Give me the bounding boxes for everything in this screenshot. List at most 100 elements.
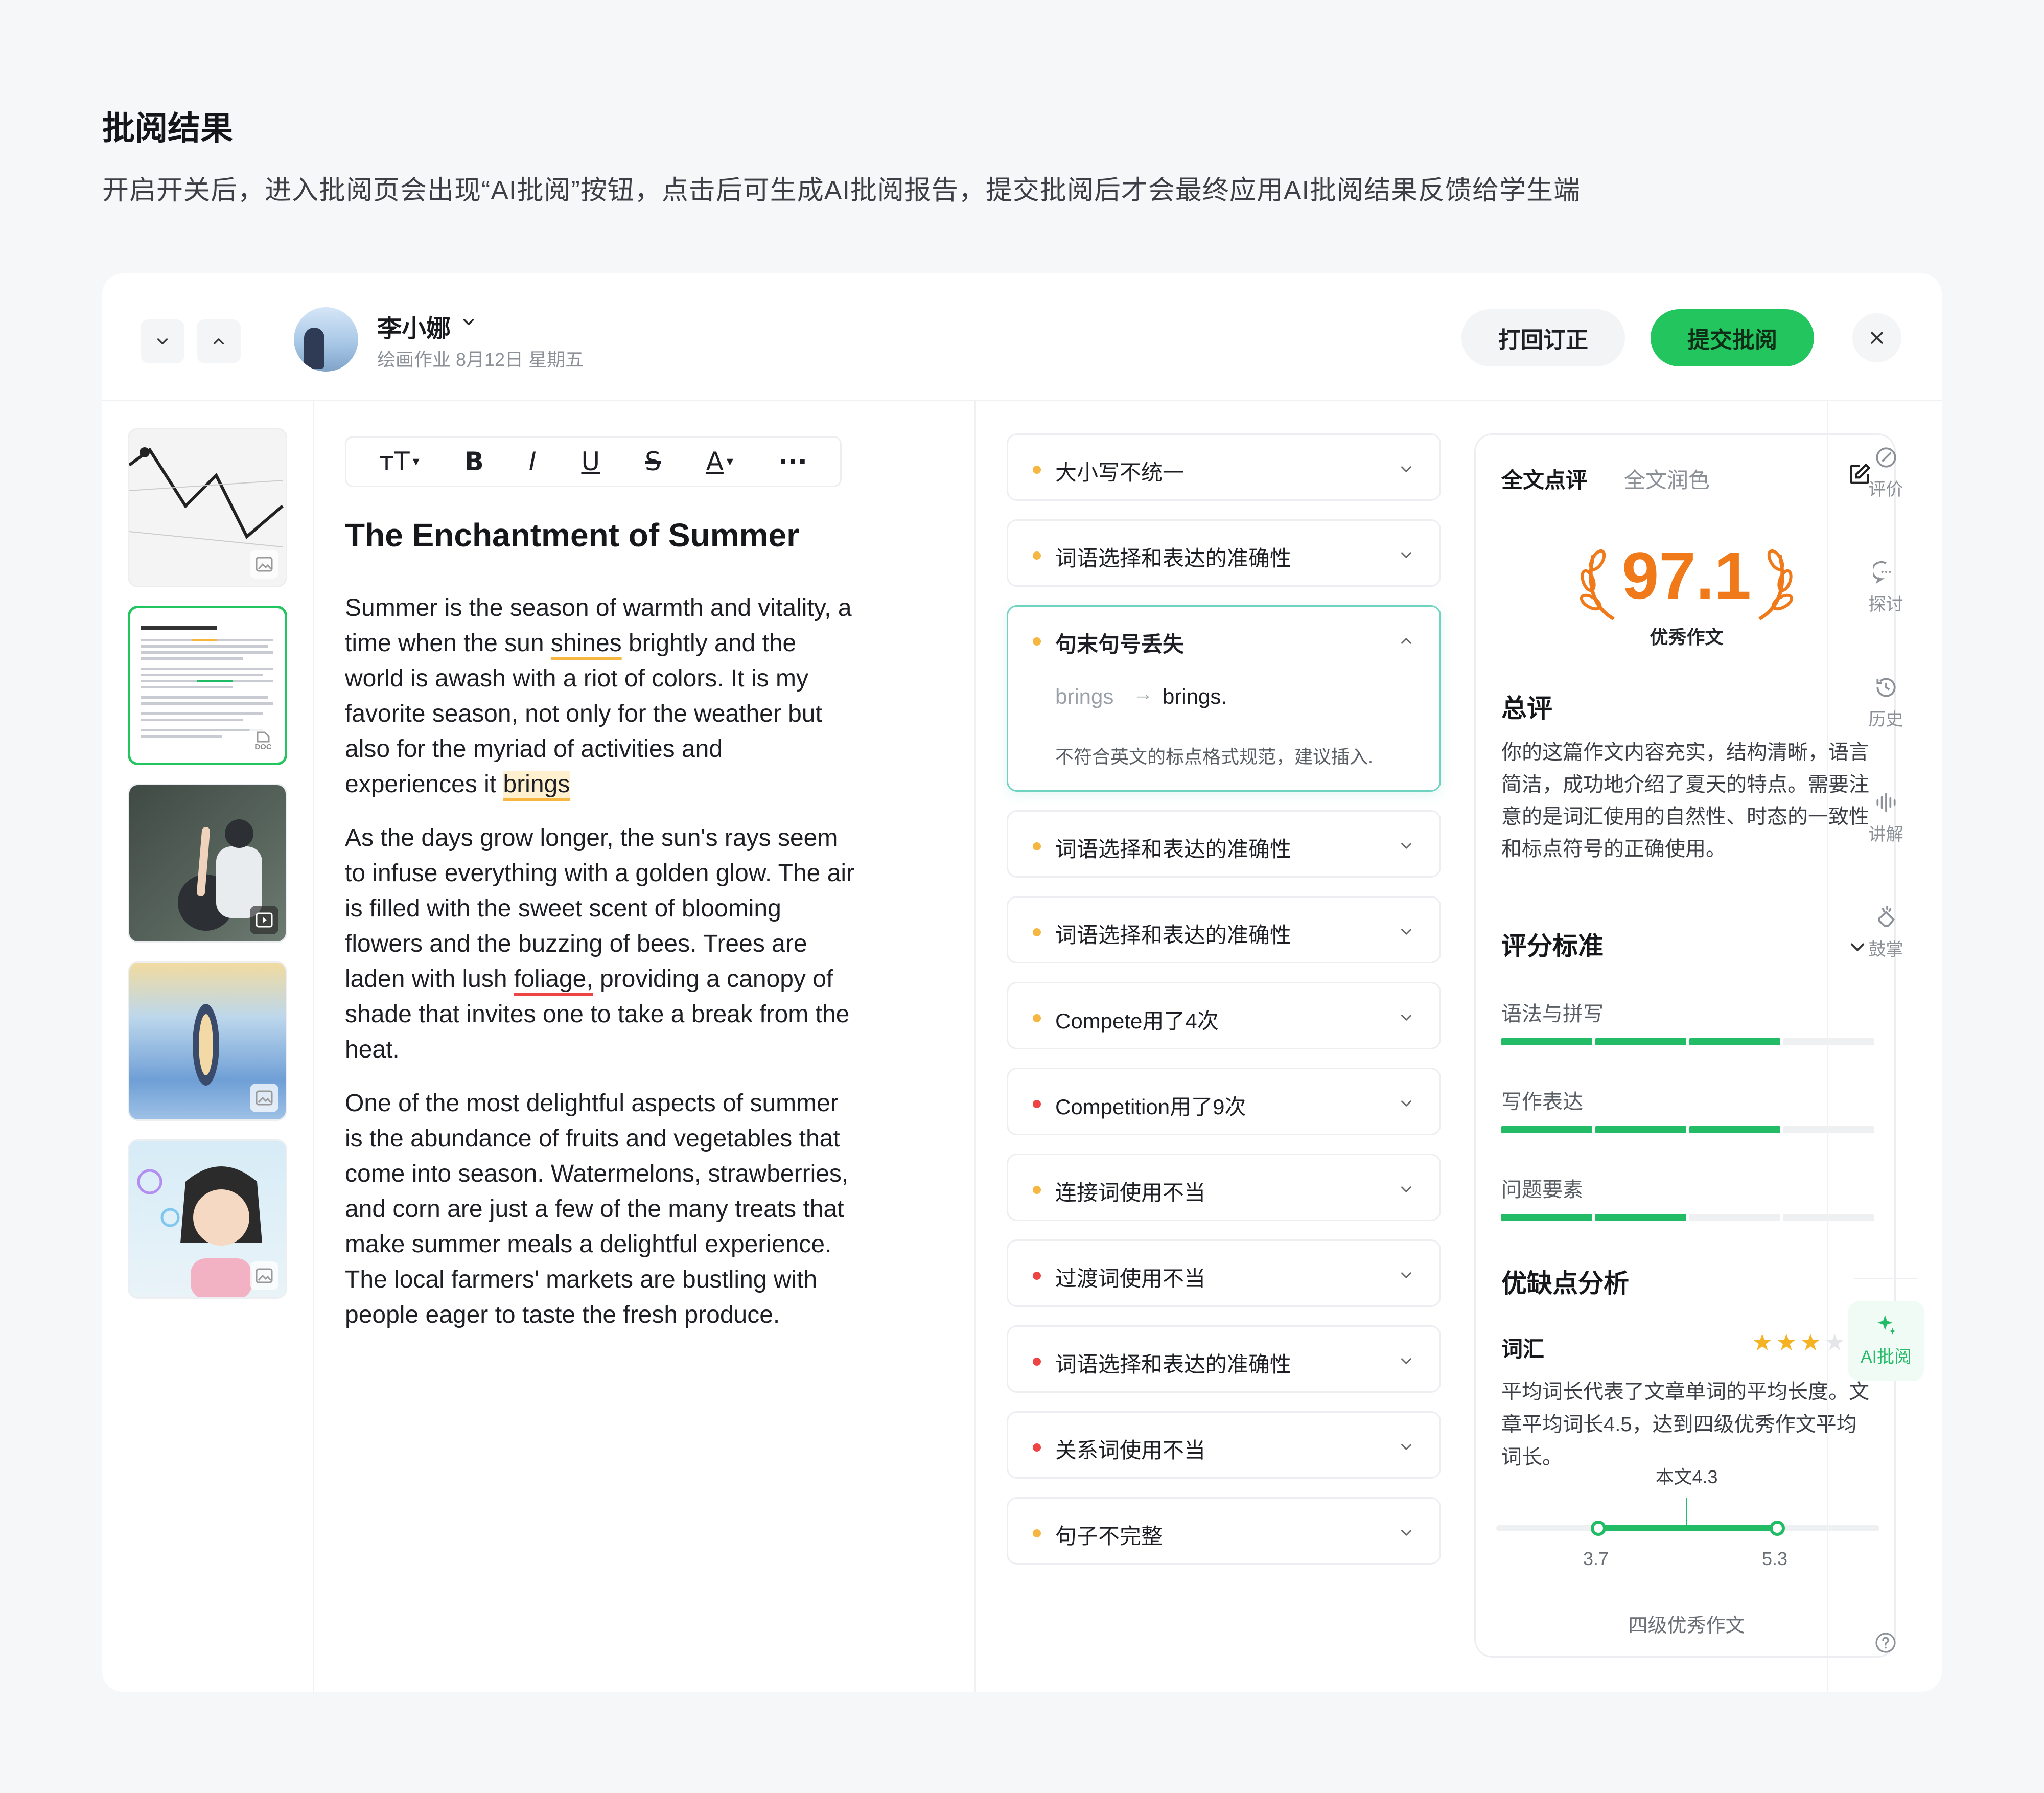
text-size-button[interactable]: тT ▾ [379, 447, 420, 476]
issue-card[interactable]: 词语选择和表达的准确性 [1007, 896, 1441, 963]
chevron-down-icon[interactable] [1398, 1438, 1415, 1458]
image-icon [250, 550, 278, 579]
rail-item-ai-grading[interactable]: AI批阅 [1848, 1301, 1924, 1381]
chevron-down-icon[interactable] [1398, 923, 1415, 943]
star-icon: ★ [1752, 1328, 1776, 1356]
submit-grading-button[interactable]: 提交批阅 [1651, 309, 1814, 366]
issue-card[interactable]: Competition用了9次 [1007, 1068, 1441, 1135]
avatar [294, 307, 358, 372]
criterion-bar-segment [1689, 1126, 1780, 1133]
issue-card[interactable]: 词语选择和表达的准确性 [1007, 1325, 1441, 1393]
chevron-up-icon[interactable] [1398, 632, 1415, 652]
severity-dot [1033, 1100, 1041, 1108]
rail-item-explain[interactable]: 讲解 [1828, 790, 1942, 845]
grading-window: 李小娜 绘画作业 8月12日 星期五 打回订正 提交批阅 DOC тT ▾ B … [102, 273, 1942, 1692]
issue-card[interactable]: 词语选择和表达的准确性 [1007, 519, 1441, 587]
text-color-button[interactable]: A ▾ [706, 447, 733, 476]
range-min-knob [1591, 1521, 1606, 1536]
criterion-bar-segment [1501, 1038, 1592, 1045]
marked-word-error[interactable]: foliage, [514, 966, 593, 993]
severity-dot [1033, 637, 1041, 646]
issue-card[interactable]: 大小写不统一 [1007, 433, 1441, 501]
chevron-down-icon[interactable] [1398, 1524, 1415, 1544]
student-name[interactable]: 李小娜 [377, 308, 451, 344]
chevron-down-icon[interactable] [1398, 1095, 1415, 1115]
essay-paragraph: Summer is the season of warmth and vital… [345, 594, 852, 798]
suggested-text[interactable]: brings. [1163, 684, 1227, 709]
issue-card[interactable]: Compete用了4次 [1007, 982, 1441, 1049]
essay-body[interactable]: Summer is the season of warmth and vital… [345, 590, 856, 1351]
rail-item-applaud[interactable]: 鼓掌 [1828, 905, 1942, 960]
chevron-down-icon[interactable] [1398, 1181, 1415, 1201]
chevron-down-icon[interactable] [1398, 1352, 1415, 1372]
chevron-down-icon[interactable] [1398, 837, 1415, 857]
prev-student-button[interactable] [197, 319, 241, 363]
italic-button[interactable]: I [529, 447, 537, 476]
severity-dot [1033, 928, 1041, 936]
issue-label: 过渡词使用不当 [1055, 1267, 1206, 1291]
more-button[interactable]: ··· [778, 447, 807, 476]
underline-button[interactable]: U [581, 447, 600, 476]
rail-item-discuss[interactable]: 探讨 [1828, 560, 1942, 615]
issue-card[interactable]: 过渡词使用不当 [1007, 1239, 1441, 1307]
page-description: 开启开关后，进入批阅页会出现“AI批阅”按钮，点击后可生成AI批阅报告，提交批阅… [102, 176, 1581, 205]
marked-word-active[interactable]: brings [503, 771, 570, 798]
essay-editor: тT ▾ B I U S A ▾ ··· The Enchantment of Su… [314, 401, 976, 1692]
chevron-down-icon [157, 338, 168, 344]
severity-dot [1033, 1443, 1041, 1452]
page-title: 批阅结果 [102, 110, 233, 147]
issue-label: Compete用了4次 [1055, 1009, 1219, 1033]
rail-item-history[interactable]: 历史 [1828, 675, 1942, 730]
issue-label: 大小写不统一 [1055, 461, 1184, 485]
issue-card[interactable]: 句末句号丢失 brings → brings. 不符合英文的标点格式规范，建议插入. [1007, 605, 1441, 792]
severity-dot [1033, 466, 1041, 474]
essay-title: The Enchantment of Summer [345, 517, 799, 554]
criterion-label: 语法与拼写 [1501, 1003, 1604, 1025]
issue-label: 句末句号丢失 [1055, 632, 1184, 656]
issue-card[interactable]: 句子不完整 [1007, 1497, 1441, 1565]
bold-button[interactable]: B [464, 447, 484, 476]
current-value-marker [1686, 1498, 1687, 1527]
issue-card[interactable]: 连接词使用不当 [1007, 1154, 1441, 1221]
original-text: brings [1055, 684, 1114, 708]
ai-sparkle-icon [1877, 1315, 1896, 1335]
discuss-icon [1873, 561, 1891, 584]
play-icon [250, 906, 278, 934]
tool-rail: 评价 探讨 历史 讲解 鼓掌 AI批阅 [1827, 401, 1942, 1692]
criterion-label: 问题要素 [1501, 1179, 1583, 1201]
essay-paragraph: One of the most delightful aspects of su… [345, 1090, 849, 1328]
thumbnail-painting[interactable] [128, 961, 287, 1121]
strikethrough-button[interactable]: S [645, 447, 661, 476]
thumbnail-sketch[interactable] [128, 428, 287, 587]
criterion-bar-segment [1689, 1038, 1780, 1045]
help-icon[interactable] [1873, 1630, 1898, 1655]
criterion-bar-segment [1689, 1214, 1780, 1221]
chevron-down-icon[interactable] [1398, 1009, 1415, 1029]
top-bar: 李小娜 绘画作业 8月12日 星期五 打回订正 提交批阅 [102, 273, 1942, 401]
tab-full-polish[interactable]: 全文润色 [1624, 463, 1710, 494]
chevron-down-icon[interactable] [1398, 1267, 1415, 1286]
chevron-down-icon[interactable] [1398, 546, 1415, 566]
rail-item-evaluate[interactable]: 评价 [1828, 445, 1942, 500]
criterion-bar [1501, 1126, 1874, 1133]
issue-card[interactable]: 关系词使用不当 [1007, 1411, 1441, 1479]
tab-full-review[interactable]: 全文点评 [1501, 463, 1587, 494]
severity-dot [1033, 551, 1041, 560]
thumbnail-document[interactable]: DOC [128, 606, 287, 765]
marked-word[interactable]: shines [551, 630, 622, 657]
vocab-title: 词汇 [1501, 1337, 1545, 1361]
evaluate-icon [1875, 447, 1896, 468]
range-max-knob [1770, 1521, 1785, 1536]
close-icon [1871, 332, 1883, 344]
chevron-down-icon[interactable] [1398, 461, 1415, 480]
thumbnail-video[interactable] [128, 784, 287, 943]
thumbnail-illustration[interactable] [128, 1139, 287, 1299]
next-student-button[interactable] [141, 319, 184, 363]
chevron-down-icon[interactable] [460, 313, 477, 331]
close-button[interactable] [1852, 313, 1901, 362]
issue-label: 关系词使用不当 [1055, 1438, 1206, 1462]
issue-label: 词语选择和表达的准确性 [1055, 546, 1292, 570]
rail-divider [1854, 1278, 1918, 1279]
return-for-correction-button[interactable]: 打回订正 [1461, 309, 1625, 366]
issue-card[interactable]: 词语选择和表达的准确性 [1007, 810, 1441, 878]
